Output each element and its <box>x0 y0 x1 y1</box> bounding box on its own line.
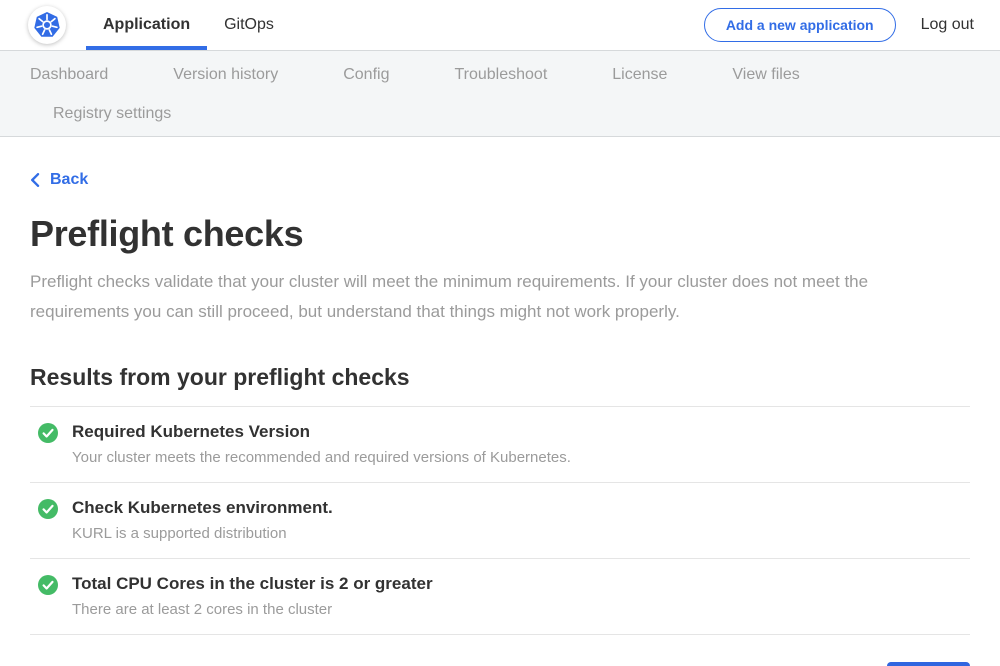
subnav-item-config[interactable]: Config <box>343 66 389 84</box>
check-description: There are at least 2 cores in the cluste… <box>72 601 970 618</box>
subnav-item-view-files[interactable]: View files <box>732 66 799 84</box>
kubernetes-logo[interactable] <box>28 6 66 44</box>
subnav-item-version-history[interactable]: Version history <box>173 66 278 84</box>
back-link[interactable]: Back <box>30 171 88 189</box>
check-title: Total CPU Cores in the cluster is 2 or g… <box>72 574 970 594</box>
tab-application-label: Application <box>103 16 190 34</box>
app-subnav: Dashboard Version history Config Trouble… <box>0 51 1000 137</box>
check-circle-icon <box>38 423 58 443</box>
results-heading: Results from your preflight checks <box>30 364 970 391</box>
subnav-item-troubleshoot[interactable]: Troubleshoot <box>454 66 547 84</box>
preflight-results-list: Required Kubernetes Version Your cluster… <box>30 406 970 635</box>
footer-actions: Re-run <box>30 662 970 666</box>
check-circle-icon <box>38 575 58 595</box>
subnav-row-2: Registry settings <box>30 105 970 123</box>
page-description: Preflight checks validate that your clus… <box>30 267 970 327</box>
check-description: KURL is a supported distribution <box>72 525 970 542</box>
kubernetes-logo-icon <box>33 11 61 39</box>
subnav-item-license[interactable]: License <box>612 66 667 84</box>
add-new-application-button[interactable]: Add a new application <box>704 8 896 42</box>
tab-application[interactable]: Application <box>86 0 207 50</box>
preflight-result-row: Check Kubernetes environment. KURL is a … <box>30 483 970 559</box>
back-link-label: Back <box>50 171 88 189</box>
chevron-left-icon <box>30 173 40 187</box>
subnav-item-registry-settings[interactable]: Registry settings <box>53 105 171 123</box>
check-circle-icon <box>38 499 58 519</box>
preflight-result-row: Total CPU Cores in the cluster is 2 or g… <box>30 559 970 635</box>
preflight-result-row: Required Kubernetes Version Your cluster… <box>30 407 970 483</box>
subnav-item-dashboard[interactable]: Dashboard <box>30 66 108 84</box>
page-title: Preflight checks <box>30 213 970 255</box>
top-navbar: Application GitOps Add a new application… <box>0 0 1000 51</box>
active-tab-underline <box>86 46 207 50</box>
check-title: Required Kubernetes Version <box>72 422 970 442</box>
check-description: Your cluster meets the recommended and r… <box>72 449 970 466</box>
subnav-row-1: Dashboard Version history Config Trouble… <box>30 66 970 84</box>
check-title: Check Kubernetes environment. <box>72 498 970 518</box>
preflight-page: Back Preflight checks Preflight checks v… <box>0 137 1000 666</box>
tab-gitops-label: GitOps <box>224 16 274 34</box>
rerun-button[interactable]: Re-run <box>887 662 970 666</box>
tab-gitops[interactable]: GitOps <box>207 0 291 50</box>
logout-link[interactable]: Log out <box>921 16 974 34</box>
primary-tabs: Application GitOps <box>86 0 291 50</box>
